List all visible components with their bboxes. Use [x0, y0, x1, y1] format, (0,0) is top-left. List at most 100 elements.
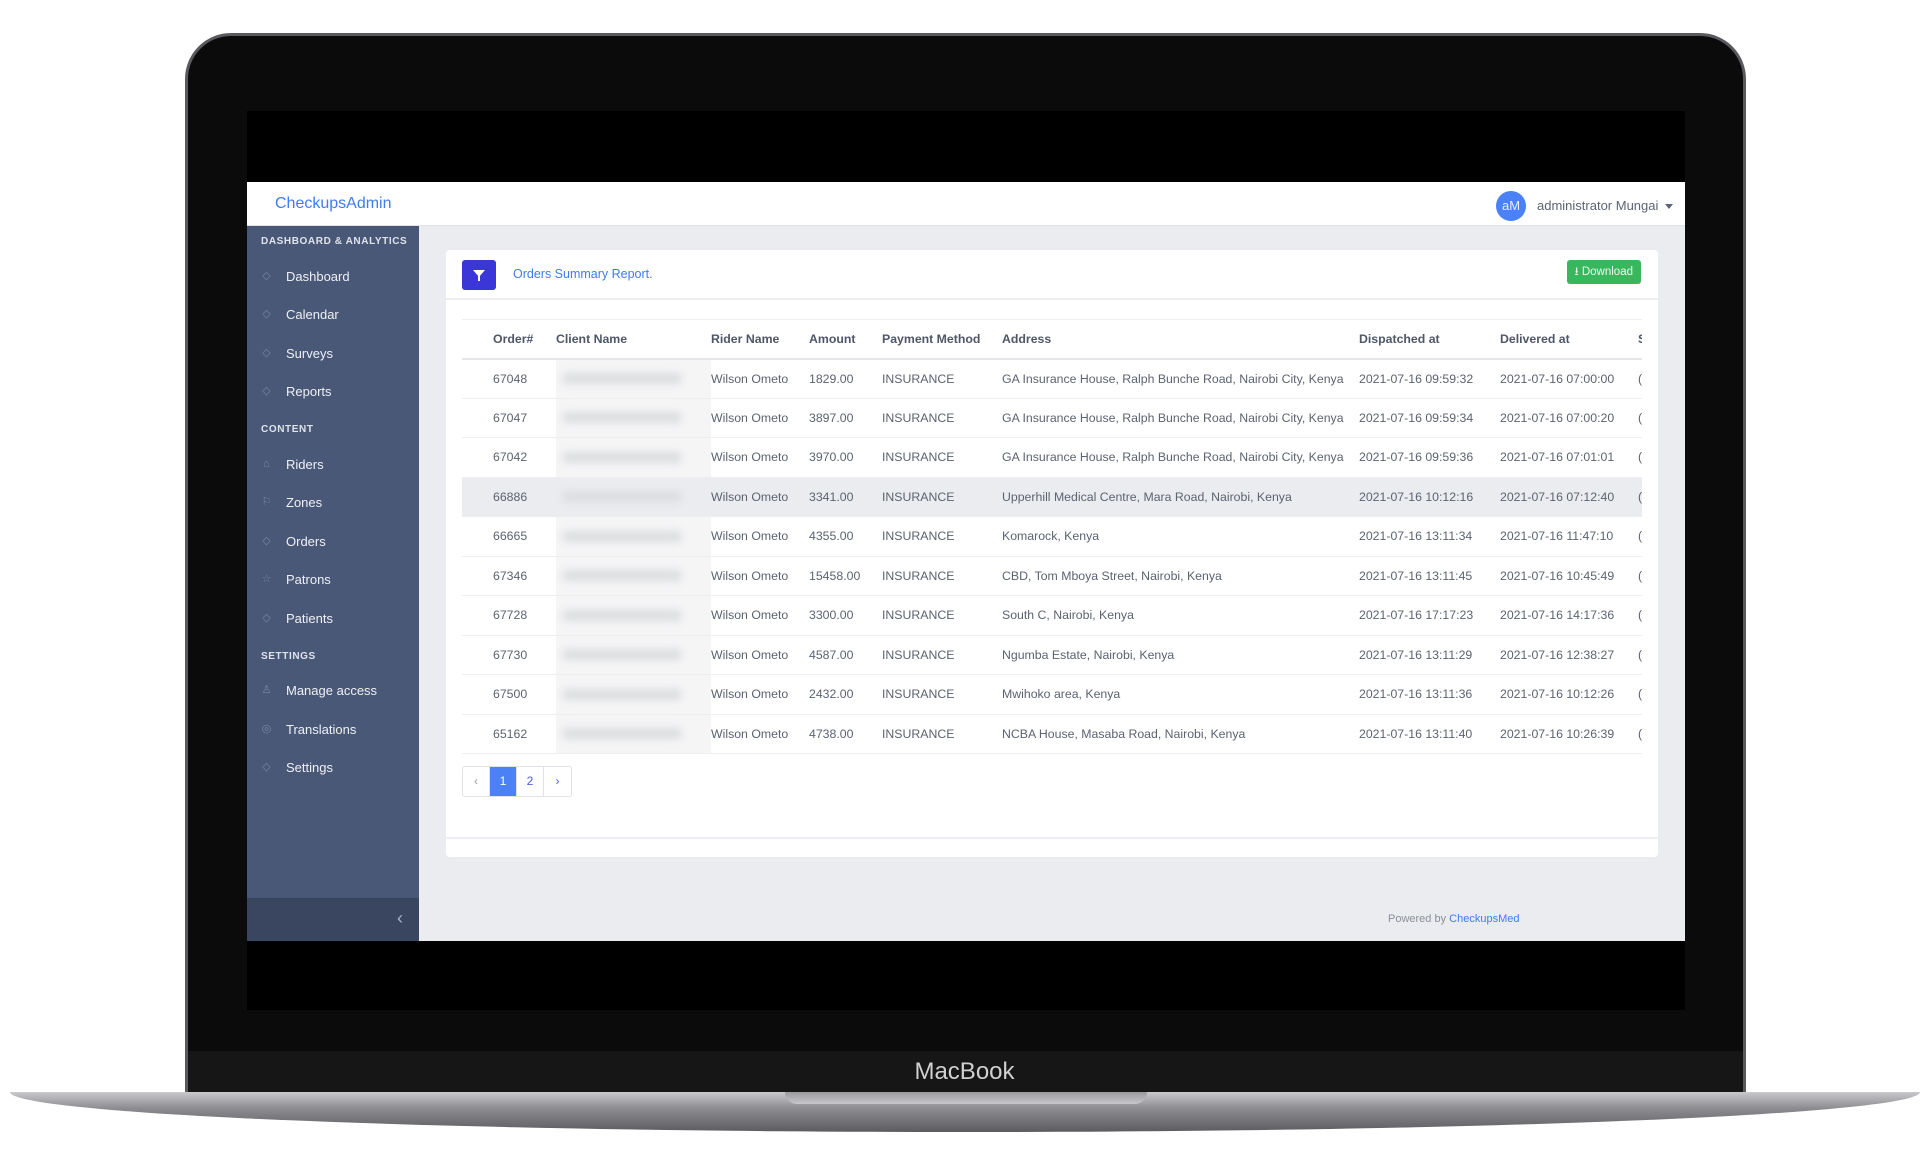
- download-button[interactable]: ⭳ Download: [1566, 260, 1641, 284]
- payment-cell: INSURANCE: [882, 477, 1002, 517]
- dispatched-cell: 2021-07-16 13:11:34: [1359, 516, 1500, 557]
- table-row[interactable]: 66886 Wilson Ometo 3341.00 INSURANCE Upperhi…: [462, 477, 1642, 517]
- sidebar-item-label: Translations: [286, 721, 357, 737]
- app-logo[interactable]: CheckupsAdmin: [275, 195, 392, 213]
- amount-cell: 3970.00: [809, 437, 882, 478]
- redacted-blur: [562, 451, 682, 463]
- order-cell: 67346: [462, 556, 556, 596]
- pagination-prev[interactable]: ‹: [463, 767, 490, 796]
- sidebar-item-label: Manage access: [286, 683, 378, 698]
- table-row[interactable]: 67346 Wilson Ometo 15458.00 INSURANCE CBD, T…: [462, 556, 1642, 596]
- sidebar-item-label: Settings: [286, 760, 333, 775]
- payment-cell: INSURANCE: [882, 595, 1002, 636]
- s-cell: (: [1638, 595, 1642, 636]
- table-row[interactable]: 67500 Wilson Ometo 2432.00 INSURANCE Mwihoko…: [462, 674, 1642, 715]
- table-row[interactable]: 67042 Wilson Ometo 3970.00 INSURANCE GA Insu…: [462, 437, 1642, 478]
- column-header[interactable]: Order#: [462, 319, 556, 360]
- amount-cell: 15458.00: [809, 556, 882, 596]
- amount-cell: 4587.00: [809, 635, 882, 675]
- sidebar-item-dashboard[interactable]: ◇ Dashboard: [261, 264, 411, 288]
- report-title[interactable]: Orders Summary Report.: [513, 267, 653, 281]
- footer-link[interactable]: CheckupsMed: [1449, 913, 1519, 925]
- column-header[interactable]: Payment Method: [882, 319, 1002, 360]
- delivered-cell: 2021-07-16 10:26:39: [1500, 714, 1638, 754]
- order-cell: 67730: [462, 635, 556, 675]
- table-row[interactable]: 66665 Wilson Ometo 4355.00 INSURANCE Komaroc…: [462, 516, 1642, 557]
- pagination-page-1[interactable]: 1: [490, 767, 517, 796]
- rider-cell: Wilson Ometo: [711, 674, 809, 715]
- payment-cell: INSURANCE: [882, 516, 1002, 557]
- amount-cell: 1829.00: [809, 358, 882, 399]
- avatar[interactable]: aM: [1496, 191, 1526, 221]
- column-header[interactable]: Address: [1002, 319, 1359, 360]
- table-row[interactable]: 67728 Wilson Ometo 3300.00 INSURANCE South C…: [462, 595, 1642, 636]
- delivered-cell: 2021-07-16 07:00:20: [1500, 398, 1638, 438]
- dispatched-cell: 2021-07-16 13:11:36: [1359, 674, 1500, 715]
- order-cell: 67500: [462, 674, 556, 715]
- table-row[interactable]: 65162 Wilson Ometo 4738.00 INSURANCE NCBA Ho…: [462, 714, 1642, 754]
- table-row[interactable]: 67047 Wilson Ometo 3897.00 INSURANCE GA Insu…: [462, 398, 1642, 438]
- rider-cell: Wilson Ometo: [711, 358, 809, 399]
- sidebar-item-label: Patrons: [286, 572, 331, 587]
- amount-cell: 3300.00: [809, 595, 882, 636]
- delivered-cell: 2021-07-16 12:38:27: [1500, 635, 1638, 675]
- diamond-icon: ◇: [262, 308, 271, 320]
- sidebar-item-settings[interactable]: ◇ Settings: [261, 756, 411, 780]
- address-cell: Ngumba Estate, Nairobi, Kenya: [1002, 635, 1359, 675]
- pagination-next[interactable]: ›: [544, 767, 571, 796]
- sidebar-item-calendar[interactable]: ◇ Calendar: [261, 303, 411, 327]
- column-header[interactable]: Amount: [809, 319, 882, 360]
- delivered-cell: 2021-07-16 07:01:01: [1500, 437, 1638, 478]
- laptop-brand: MacBook: [914, 1058, 1015, 1085]
- filter-button[interactable]: [462, 260, 496, 290]
- column-header[interactable]: Rider Name: [711, 319, 809, 360]
- delivered-cell: 2021-07-16 11:47:10: [1500, 516, 1638, 557]
- s-cell: (: [1638, 516, 1642, 557]
- sidebar-item-manage-access[interactable]: ♙ Manage access: [261, 679, 411, 703]
- payment-cell: INSURANCE: [882, 674, 1002, 715]
- order-cell: 67047: [462, 398, 556, 438]
- redacted-blur: [562, 412, 682, 424]
- diamond-icon: ◇: [262, 385, 271, 397]
- diamond-icon: ◇: [262, 346, 271, 359]
- sidebar-item-translations[interactable]: ◎ Translations: [261, 717, 411, 741]
- dispatched-cell: 2021-07-16 13:11:29: [1359, 635, 1500, 675]
- top-header: CheckupsAdmin aM administrator Mungai: [247, 182, 1685, 226]
- diamond-icon: ◇: [262, 534, 271, 547]
- dispatched-cell: 2021-07-16 10:12:16: [1359, 477, 1500, 517]
- pagination-page-2[interactable]: 2: [517, 767, 544, 796]
- amount-cell: 2432.00: [809, 674, 882, 715]
- column-header[interactable]: Client Name: [556, 319, 711, 360]
- sidebar-item-label: Reports: [286, 384, 332, 399]
- column-header[interactable]: Delivered at: [1500, 319, 1638, 360]
- table-row[interactable]: 67730 Wilson Ometo 4587.00 INSURANCE Ngumba …: [462, 635, 1642, 675]
- user-menu[interactable]: administrator Mungai: [1537, 198, 1674, 213]
- s-cell: (: [1638, 714, 1642, 754]
- sidebar-item-patients[interactable]: ◇ Patients: [261, 606, 411, 630]
- orders-report-card: Orders Summary Report. ⭳ Download Order#…: [446, 250, 1658, 857]
- sidebar-item-label: Zones: [286, 495, 323, 510]
- sidebar-collapse-button[interactable]: ‹: [247, 898, 419, 941]
- sidebar-item-reports[interactable]: ◇ Reports: [261, 380, 411, 404]
- dispatched-cell: 2021-07-16 13:11:40: [1359, 714, 1500, 754]
- sidebar-item-zones[interactable]: ⚐ Zones: [261, 491, 411, 515]
- sidebar-item-orders[interactable]: ◇ Orders: [261, 529, 411, 553]
- address-cell: CBD, Tom Mboya Street, Nairobi, Kenya: [1002, 556, 1359, 596]
- sidebar: ‹ DASHBOARD & ANALYTICS ◇ Dashboard ◇ Calend…: [247, 226, 419, 941]
- payment-cell: INSURANCE: [882, 437, 1002, 478]
- dispatched-cell: 2021-07-16 13:11:45: [1359, 556, 1500, 596]
- address-cell: GA Insurance House, Ralph Bunche Road, N…: [1002, 358, 1359, 399]
- column-header[interactable]: S: [1638, 319, 1642, 360]
- column-header[interactable]: Dispatched at: [1359, 319, 1500, 360]
- user-name: administrator Mungai: [1537, 198, 1659, 213]
- redacted-blur: [562, 491, 682, 503]
- payment-cell: INSURANCE: [882, 635, 1002, 675]
- sidebar-item-riders[interactable]: ⌂ Riders: [261, 452, 411, 476]
- table-row[interactable]: 67048 Wilson Ometo 1829.00 INSURANCE GA Insu…: [462, 358, 1642, 399]
- redacted-blur: [562, 570, 682, 582]
- client-name-cell-redacted: [556, 595, 711, 636]
- sidebar-item-patrons[interactable]: ☆ Patrons: [261, 568, 411, 592]
- amount-cell: 3897.00: [809, 398, 882, 438]
- flag-icon: ⚐: [261, 496, 272, 508]
- sidebar-item-surveys[interactable]: ◇ Surveys: [261, 341, 411, 365]
